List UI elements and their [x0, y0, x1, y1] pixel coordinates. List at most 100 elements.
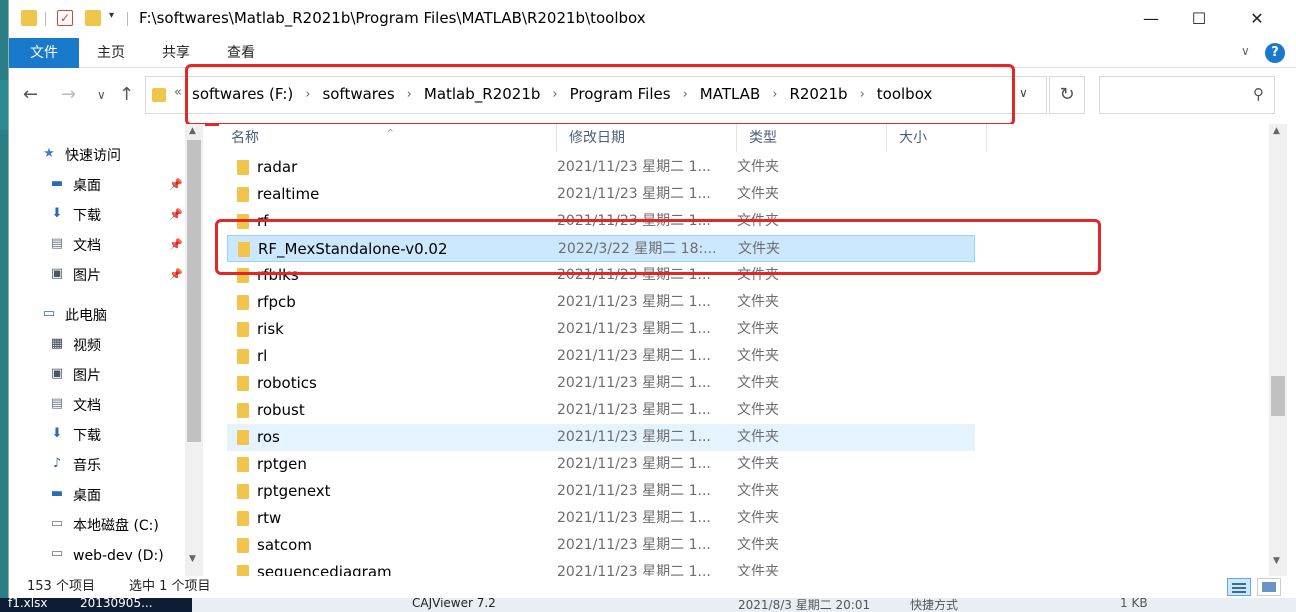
sidebar-item[interactable]: ▬ 桌面 [49, 482, 101, 510]
tab-file[interactable]: 文件 [9, 38, 79, 68]
column-header-size[interactable]: 大小 [887, 124, 987, 152]
back-button[interactable]: ← [23, 84, 38, 105]
column-header-type[interactable]: 类型 [737, 124, 887, 152]
sidebar-item[interactable]: ⬇ 下载 [49, 422, 101, 450]
pin-icon[interactable]: 📌 [169, 238, 183, 251]
taskbar-file-item[interactable]: 20130905... [80, 598, 153, 610]
file-date: 2021/11/23 星期二 1... [557, 510, 711, 526]
details-view-icon [1232, 583, 1246, 585]
computer-icon: ▭ [42, 306, 56, 321]
file-row[interactable]: realtime 2021/11/23 星期二 1... 文件夹 [227, 181, 975, 208]
search-icon[interactable]: ⚲ [1253, 85, 1264, 103]
refresh-button[interactable]: ↻ [1049, 76, 1085, 114]
sidebar-item[interactable]: ▭ 本地磁盘 (C:) [49, 512, 159, 540]
file-row[interactable]: risk 2021/11/23 星期二 1... 文件夹 [227, 316, 975, 343]
file-row[interactable]: sequencediagram 2021/11/23 星期二 1... 文件夹 [227, 559, 975, 576]
desktop-background-fragment [0, 80, 8, 130]
scroll-up-icon[interactable]: ▲ [1273, 126, 1280, 136]
file-row[interactable]: satcom 2021/11/23 星期二 1... 文件夹 [227, 532, 975, 559]
large-icons-view-button[interactable] [1257, 578, 1281, 596]
up-button[interactable]: ↑ [119, 84, 134, 105]
taskbar-file-item[interactable]: f1.xlsx [8, 598, 47, 610]
breadcrumb-overflow-icon[interactable]: « [174, 85, 182, 100]
picture-icon: ▣ [50, 266, 64, 281]
file-type: 文件夹 [737, 429, 779, 445]
properties-check-icon[interactable]: ✓ [57, 10, 73, 26]
folder-icon [237, 187, 249, 202]
file-row[interactable]: rptgenext 2021/11/23 星期二 1... 文件夹 [227, 478, 975, 505]
tab-home[interactable]: 主页 [97, 38, 125, 68]
forward-button[interactable]: → [61, 84, 76, 105]
sidebar-scrollbar[interactable]: ▲ ▼ [185, 124, 203, 576]
window-title: F:\softwares\Matlab_R2021b\Program Files… [139, 9, 646, 27]
file-type: 文件夹 [737, 564, 779, 576]
download-icon: ⬇ [51, 426, 63, 441]
file-row[interactable]: rfpcb 2021/11/23 星期二 1... 文件夹 [227, 289, 975, 316]
sidebar-item[interactable]: ▣ 图片 [49, 262, 101, 290]
folder-icon [237, 349, 249, 364]
taskbar: f1.xlsx 20130905... CAJViewer 7.2 2021/8… [0, 598, 1296, 612]
sidebar-item[interactable]: ▦ 视频 [49, 332, 101, 360]
scroll-down-icon[interactable]: ▼ [189, 554, 196, 564]
file-row[interactable]: rtw 2021/11/23 星期二 1... 文件夹 [227, 505, 975, 532]
pin-icon[interactable]: 📌 [169, 178, 183, 191]
file-date: 2021/11/23 星期二 1... [557, 294, 711, 310]
sidebar-item[interactable]: ▤ 文档 [49, 232, 101, 260]
column-header-date[interactable]: 修改日期 [557, 124, 737, 152]
address-dropdown-icon[interactable]: ∨ [1019, 86, 1028, 100]
recent-locations-button[interactable]: ∨ [97, 88, 106, 102]
details-view-button[interactable] [1227, 578, 1251, 596]
sidebar-item[interactable]: ▭ web-dev (D:) [49, 542, 164, 570]
folder-icon [237, 376, 249, 391]
file-row[interactable]: ros 2021/11/23 星期二 1... 文件夹 [227, 424, 975, 451]
column-header-label: 名称 [231, 130, 259, 146]
help-icon[interactable]: ? [1265, 43, 1285, 63]
sidebar-item[interactable]: ▬ 桌面 [49, 172, 101, 200]
ribbon-expand-icon[interactable]: ∨ [1241, 44, 1250, 58]
sidebar-item[interactable]: ▤ 文档 [49, 392, 101, 420]
scroll-down-icon[interactable]: ▼ [1273, 556, 1280, 566]
quick-access-dropdown-icon[interactable]: ▾ [109, 10, 114, 21]
pin-icon[interactable]: 📌 [169, 268, 183, 281]
file-date: 2021/11/23 星期二 1... [557, 429, 711, 445]
file-date: 2021/11/23 星期二 1... [557, 186, 711, 202]
file-date: 2021/11/23 星期二 1... [557, 159, 711, 175]
file-row[interactable]: radar 2021/11/23 星期二 1... 文件夹 [227, 154, 975, 181]
pin-icon[interactable]: 📌 [169, 208, 183, 221]
sort-ascending-icon: ^ [387, 128, 394, 137]
scrollbar-thumb[interactable] [187, 140, 201, 442]
file-name: ros [257, 428, 280, 446]
close-button[interactable]: ✕ [1235, 6, 1279, 32]
search-input[interactable]: ⚲ [1099, 76, 1275, 114]
folder-icon [237, 538, 249, 553]
file-date: 2021/11/23 星期二 1... [557, 402, 711, 418]
sidebar-item[interactable]: ▣ 图片 [49, 362, 101, 390]
file-name: sequencediagram [257, 563, 392, 576]
folder-icon [237, 160, 249, 175]
folder-icon [21, 10, 37, 26]
sidebar-item-label: 下载 [73, 428, 101, 444]
file-row[interactable]: robust 2021/11/23 星期二 1... 文件夹 [227, 397, 975, 424]
file-type: 文件夹 [737, 159, 779, 175]
desktop-icon: ▬ [50, 486, 64, 501]
file-row[interactable]: robotics 2021/11/23 星期二 1... 文件夹 [227, 370, 975, 397]
tab-share[interactable]: 共享 [162, 38, 190, 68]
folder-icon [237, 484, 249, 499]
new-folder-icon[interactable] [85, 10, 101, 26]
file-list-scrollbar[interactable]: ▲ ▼ [1269, 124, 1287, 576]
scrollbar-thumb[interactable] [1271, 376, 1285, 416]
scroll-up-icon[interactable]: ▲ [189, 126, 196, 136]
file-type: 文件夹 [737, 537, 779, 553]
column-header-name[interactable]: 名称 ^ [219, 124, 557, 152]
sidebar-item[interactable]: ▭ 此电脑 [41, 302, 107, 330]
file-type: 文件夹 [737, 348, 779, 364]
file-row[interactable]: rl 2021/11/23 星期二 1... 文件夹 [227, 343, 975, 370]
minimize-button[interactable]: — [1129, 6, 1173, 32]
file-row[interactable]: rptgen 2021/11/23 星期二 1... 文件夹 [227, 451, 975, 478]
sidebar-item-label: 图片 [73, 268, 101, 284]
maximize-button[interactable]: ☐ [1177, 6, 1221, 32]
sidebar-item[interactable]: ★ 快速访问 [41, 142, 121, 170]
music-icon: ♪ [52, 456, 62, 471]
sidebar-item[interactable]: ♪ 音乐 [49, 452, 101, 480]
sidebar-item[interactable]: ⬇ 下载 [49, 202, 101, 230]
